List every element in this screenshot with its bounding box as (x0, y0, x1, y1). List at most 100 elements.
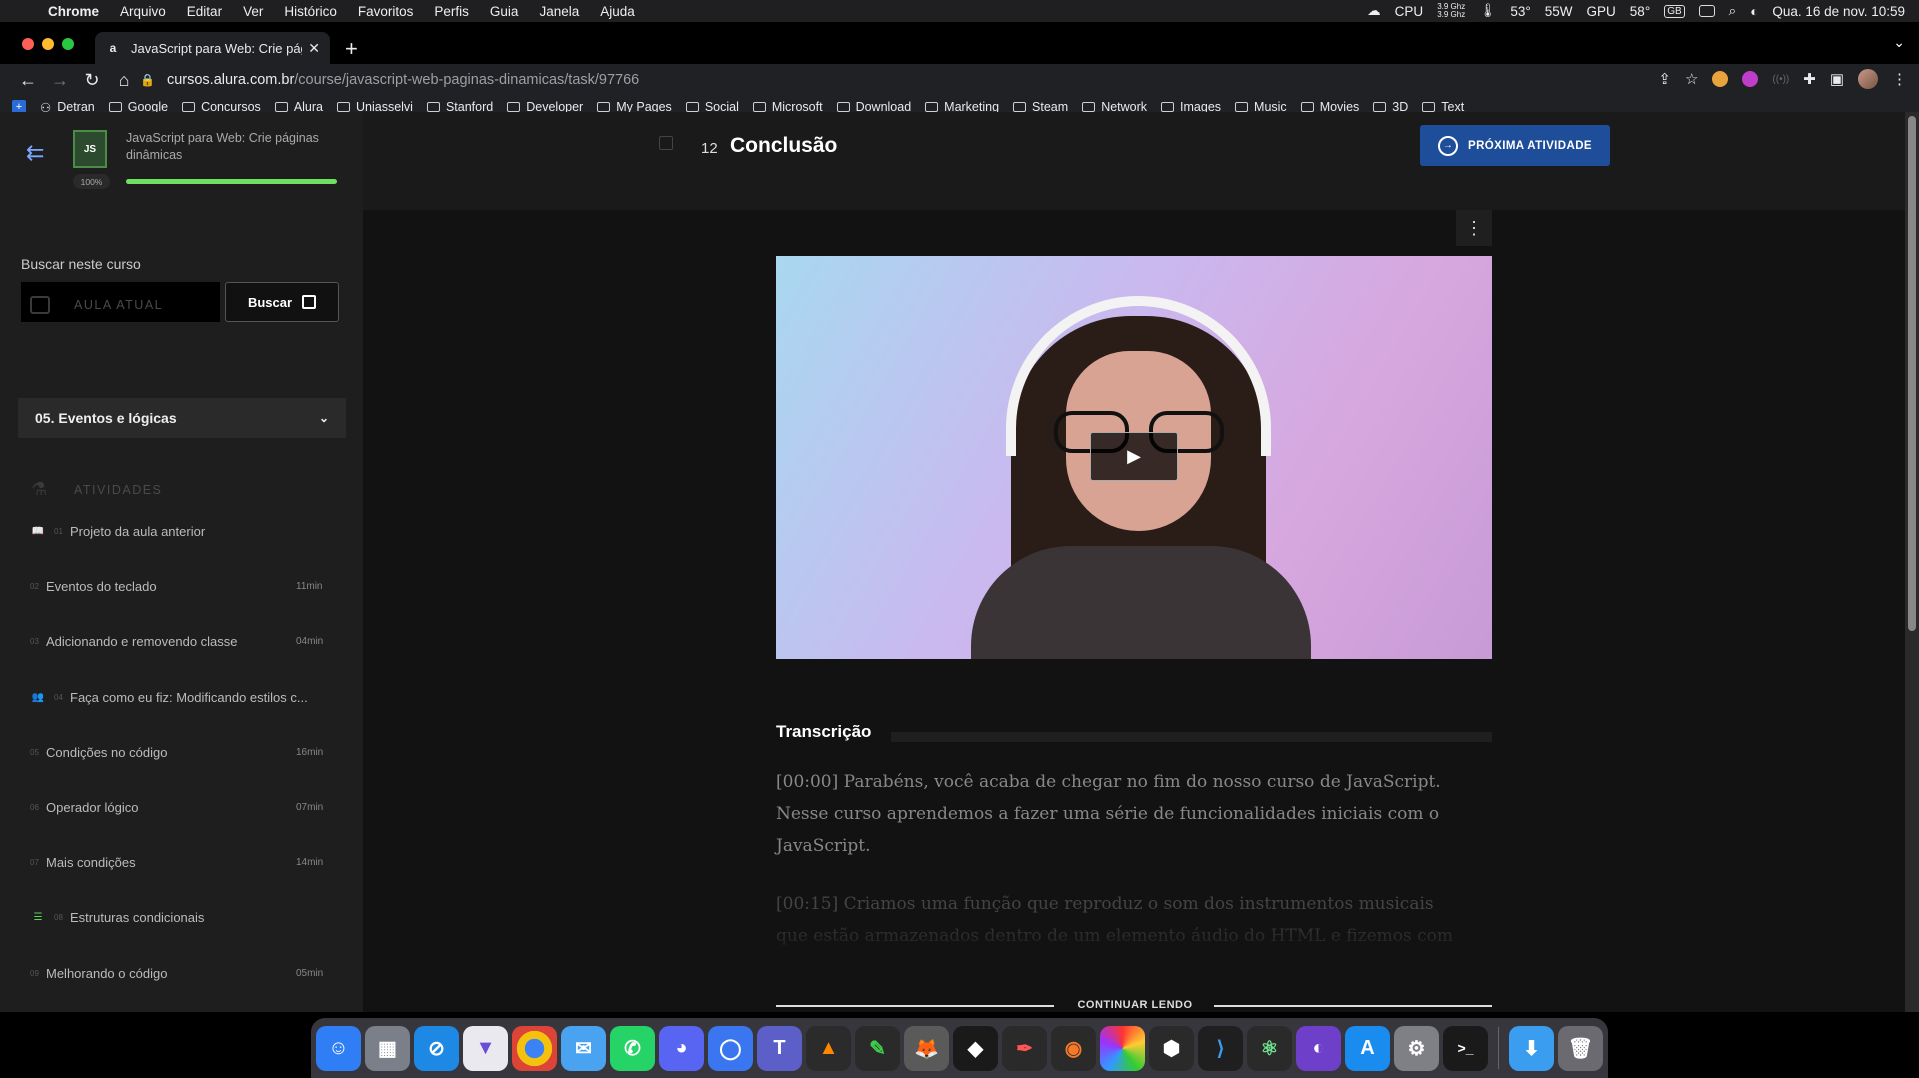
play-icon[interactable]: ▶ (1090, 432, 1178, 481)
activity-number: 04 (54, 692, 63, 702)
folder-icon (752, 102, 766, 112)
address-bar[interactable]: 🔒 cursos.alura.com.br/course/javascript-… (140, 66, 1659, 94)
next-activity-button[interactable]: → PRÓXIMA ATIVIDADE (1420, 125, 1610, 166)
activity-item[interactable]: ▶ 03 Adicionando e removendo classe 04mi… (0, 614, 363, 669)
back-arrow-icon[interactable]: ← (12, 70, 44, 91)
activity-number: 09 (30, 968, 39, 978)
terminal-icon[interactable]: >_ (1443, 1025, 1488, 1071)
extension-icon[interactable] (1712, 71, 1729, 87)
pencil-icon[interactable]: ✎ (855, 1025, 900, 1071)
gpu-label: GPU (1586, 3, 1616, 19)
menu-historico[interactable]: Histórico (284, 4, 337, 19)
vlc-icon[interactable]: ▲ (806, 1025, 851, 1071)
chrome-icon[interactable] (512, 1025, 557, 1071)
blender-icon[interactable]: ◉ (1051, 1025, 1096, 1071)
menu-favoritos[interactable]: Favoritos (358, 4, 414, 19)
more-menu-icon[interactable]: ⋮ (1892, 70, 1907, 88)
tab-search-chevron-icon[interactable]: ⌄ (1893, 34, 1905, 51)
close-window-button[interactable] (22, 38, 34, 50)
finder-icon[interactable]: ☺ (316, 1025, 361, 1071)
tab-bar: a JavaScript para Web: Crie pági ✕ + ⌄ (0, 22, 1919, 64)
flask-icon: ⚗ (31, 479, 49, 499)
control-center-icon[interactable]: ◐ (1750, 4, 1758, 19)
menu-ajuda[interactable]: Ajuda (600, 4, 635, 19)
vivaldi-icon[interactable]: ▼ (463, 1025, 508, 1071)
menu-editar[interactable]: Editar (187, 4, 222, 19)
activity-item[interactable]: ▶ 06 Operador lógico 07min (0, 780, 363, 835)
github-icon[interactable]: ◐ (1296, 1025, 1341, 1071)
lesson-select-dropdown[interactable]: 05. Eventos e lógicas ⌄ (18, 398, 346, 438)
more-options-icon[interactable]: ⋮ (1456, 210, 1492, 246)
safari-icon[interactable]: ⊘ (414, 1025, 459, 1071)
menubar-datetime[interactable]: Qua. 16 de nov. 10:59 (1772, 4, 1905, 19)
continue-reading-button[interactable]: CONTINUAR LENDO (1060, 999, 1210, 1011)
menu-perfis[interactable]: Perfis (434, 4, 469, 19)
minimize-window-button[interactable] (42, 38, 54, 50)
side-panel-icon[interactable]: ▣ (1830, 70, 1844, 88)
transcript-title: Transcrição (776, 722, 872, 741)
new-tab-icon[interactable]: + (345, 36, 358, 62)
forward-arrow-icon[interactable]: → (44, 70, 76, 91)
reload-icon[interactable]: ↻ (76, 70, 108, 91)
menu-ver[interactable]: Ver (243, 4, 263, 19)
search-button[interactable]: Buscar (225, 282, 339, 322)
activity-item[interactable]: ▶ 09 Melhorando o código 05min (0, 946, 363, 1001)
home-icon[interactable]: ⌂ (108, 70, 140, 91)
menu-guia[interactable]: Guia (490, 4, 519, 19)
activity-item[interactable]: ▶ 02 Eventos do teclado 11min (0, 559, 363, 614)
video-player[interactable]: ▶ (776, 256, 1492, 659)
zoom-window-button[interactable] (62, 38, 74, 50)
activity-item[interactable]: ☰ 08 Estruturas condicionais (0, 890, 363, 945)
lesson-select-value: 05. Eventos e lógicas (35, 410, 177, 426)
collapse-sidebar-icon[interactable]: ⇇ (26, 140, 44, 166)
gimp-icon[interactable]: 🦊 (904, 1025, 949, 1071)
activity-item[interactable]: ▶ 07 Mais condições 14min (0, 835, 363, 890)
gpu-temp: 58° (1629, 3, 1651, 19)
downloads-folder-icon[interactable]: ⬇ (1509, 1025, 1554, 1071)
course-logo: JS (73, 130, 107, 168)
trash-icon[interactable]: 🗑 (1558, 1025, 1603, 1071)
discord-icon[interactable]: ◕ (659, 1025, 704, 1071)
activity-label: Projeto da aula anterior (70, 524, 206, 540)
bookmark-star-icon[interactable]: ☆ (1685, 70, 1698, 88)
share-icon[interactable]: ⇪ (1658, 70, 1671, 88)
continue-divider (1214, 1005, 1492, 1007)
mail-icon[interactable]: ✉ (561, 1025, 606, 1071)
atom-icon[interactable]: ⚛ (1247, 1025, 1292, 1071)
gb-badge[interactable]: GB (1664, 4, 1685, 18)
activity-item[interactable]: 📖 01 Projeto da aula anterior (0, 504, 363, 559)
scrollbar-thumb[interactable] (1908, 116, 1916, 631)
launchpad-icon[interactable]: ▦ (365, 1025, 410, 1071)
menu-arquivo[interactable]: Arquivo (120, 4, 166, 19)
activity-item[interactable]: ▶ 05 Condições no código 16min (0, 725, 363, 780)
activity-item[interactable]: 👥 04 Faça como eu fiz: Modificando estil… (0, 670, 363, 725)
vscode-icon[interactable]: ⟩ (1198, 1025, 1243, 1071)
course-sidebar: ⇇ JS JavaScript para Web: Crie páginas d… (0, 112, 363, 1012)
whatsapp-icon[interactable]: ✆ (610, 1025, 655, 1071)
menu-chrome[interactable]: Chrome (48, 4, 99, 19)
profile-avatar[interactable] (1858, 69, 1878, 89)
extension-icon[interactable] (1742, 71, 1759, 87)
browser-tab[interactable]: a JavaScript para Web: Crie pági ✕ (95, 32, 330, 64)
course-name[interactable]: JavaScript para Web: Crie páginas dinâmi… (126, 130, 326, 164)
davinci-icon[interactable] (1100, 1025, 1145, 1071)
page-scrollbar[interactable] (1905, 112, 1919, 1012)
resolve-icon[interactable]: ⬢ (1149, 1025, 1194, 1071)
puzzle-extensions-icon[interactable]: ✚ (1803, 70, 1816, 88)
activity-duration: 14min (296, 857, 324, 869)
activity-number: 02 (30, 582, 39, 592)
signal-icon[interactable]: ◯ (708, 1025, 753, 1071)
extension-icon[interactable]: ((•)) (1772, 74, 1789, 85)
vectornator-icon[interactable]: ✒ (1002, 1025, 1047, 1071)
settings-icon[interactable]: ⚙ (1394, 1025, 1439, 1071)
search-icon[interactable]: ⌕ (1729, 3, 1737, 19)
cloud-icon[interactable]: ☁ (1367, 3, 1381, 19)
close-tab-icon[interactable]: ✕ (308, 40, 320, 57)
window-icon[interactable] (1698, 5, 1715, 17)
teams-icon[interactable]: T (757, 1025, 802, 1071)
app-store-icon[interactable]: A (1345, 1025, 1390, 1071)
menu-janela[interactable]: Janela (539, 4, 579, 19)
lock-icon[interactable]: 🔒 (140, 73, 155, 87)
search-button-label: Buscar (247, 294, 293, 310)
inkscape-icon[interactable]: ◆ (953, 1025, 998, 1071)
